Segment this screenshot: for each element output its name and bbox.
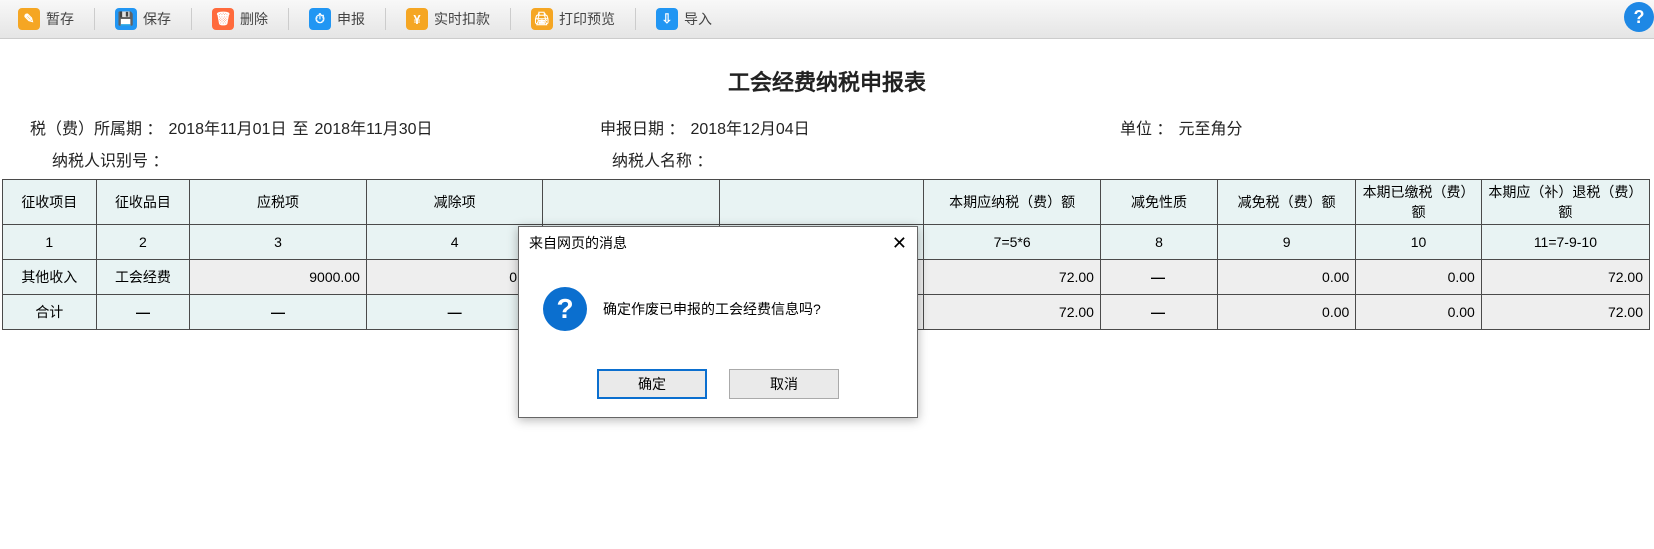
page-title: 工会经费纳税申报表 bbox=[0, 65, 1654, 97]
r1: 其他收入 bbox=[3, 260, 97, 295]
trash-icon: 🗑 bbox=[212, 8, 234, 30]
r8: — bbox=[1100, 260, 1217, 295]
r4[interactable]: 0.00 bbox=[366, 260, 543, 295]
th-7: 本期应纳税（费）额 bbox=[924, 180, 1101, 225]
close-icon[interactable]: ✕ bbox=[892, 234, 907, 252]
t3: — bbox=[190, 295, 367, 330]
t2: — bbox=[96, 295, 190, 330]
r2: 工会经费 bbox=[96, 260, 190, 295]
period-end: 2018年11月30日 bbox=[314, 115, 432, 139]
period-label: 税（费）所属期 ： bbox=[30, 115, 162, 139]
import-button[interactable]: ⇩ 导入 bbox=[646, 4, 722, 34]
money-icon: ¥ bbox=[406, 8, 428, 30]
t7: 72.00 bbox=[924, 295, 1101, 330]
th-4: 减除项 bbox=[366, 180, 543, 225]
taxpayerid-label: 纳税人识别号 ： bbox=[52, 147, 168, 171]
delete-label: 删除 bbox=[240, 9, 268, 29]
header-row: 征收项目 征收品目 应税项 减除项 本期应纳税（费）额 减免性质 减免税（费）额… bbox=[3, 180, 1650, 225]
th-6 bbox=[720, 180, 924, 225]
dialog-buttons: 确定 取消 bbox=[519, 355, 917, 417]
f8: 8 bbox=[1100, 225, 1217, 260]
import-icon: ⇩ bbox=[656, 8, 678, 30]
separator bbox=[191, 8, 192, 30]
import-label: 导入 bbox=[684, 9, 712, 29]
meta-row-2: 纳税人识别号 ： 纳税人名称 ： bbox=[0, 147, 1654, 171]
clock-icon: ⏱ bbox=[309, 8, 331, 30]
save-button[interactable]: 💾 保存 bbox=[105, 4, 181, 34]
f1: 1 bbox=[3, 225, 97, 260]
t10: 0.00 bbox=[1356, 295, 1482, 330]
meta-row-1: 税（费）所属期 ： 2018年11月01日 至 2018年11月30日 申报日期… bbox=[0, 115, 1654, 139]
f3: 3 bbox=[190, 225, 367, 260]
dialog-header: 来自网页的消息 ✕ bbox=[519, 227, 917, 259]
save-label: 保存 bbox=[143, 9, 171, 29]
th-11: 本期应（补）退税（费）额 bbox=[1481, 180, 1649, 225]
separator bbox=[288, 8, 289, 30]
tempsave-button[interactable]: ✎ 暂存 bbox=[8, 4, 84, 34]
question-icon: ? bbox=[543, 287, 587, 331]
delete-button[interactable]: 🗑 删除 bbox=[202, 4, 278, 34]
declaredate-value: 2018年12月04日 bbox=[690, 115, 809, 139]
th-5 bbox=[543, 180, 720, 225]
th-8: 减免性质 bbox=[1100, 180, 1217, 225]
print-preview-label: 打印预览 bbox=[559, 9, 615, 29]
separator bbox=[94, 8, 95, 30]
f11: 11=7-9-10 bbox=[1481, 225, 1649, 260]
f2: 2 bbox=[96, 225, 190, 260]
declare-label: 申报 bbox=[337, 9, 365, 29]
confirm-dialog: 来自网页的消息 ✕ ? 确定作废已申报的工会经费信息吗? 确定 取消 bbox=[518, 226, 918, 418]
f7: 7=5*6 bbox=[924, 225, 1101, 260]
separator bbox=[635, 8, 636, 30]
t1: 合计 bbox=[3, 295, 97, 330]
printer-icon: 🖨 bbox=[531, 8, 553, 30]
declaredate-label: 申报日期 ： bbox=[600, 115, 684, 139]
r3[interactable]: 9000.00 bbox=[190, 260, 367, 295]
f9: 9 bbox=[1217, 225, 1355, 260]
r11: 72.00 bbox=[1481, 260, 1649, 295]
th-9: 减免税（费）额 bbox=[1217, 180, 1355, 225]
dialog-body: ? 确定作废已申报的工会经费信息吗? bbox=[519, 259, 917, 355]
r9: 0.00 bbox=[1217, 260, 1355, 295]
t9: 0.00 bbox=[1217, 295, 1355, 330]
save-icon: 💾 bbox=[115, 8, 137, 30]
dialog-title: 来自网页的消息 bbox=[529, 233, 627, 253]
unit-label: 单位 ： bbox=[1120, 115, 1172, 139]
t4: — bbox=[366, 295, 543, 330]
separator bbox=[510, 8, 511, 30]
toolbar: ✎ 暂存 💾 保存 🗑 删除 ⏱ 申报 ¥ 实时扣款 🖨 打印预览 ⇩ 导入 ? bbox=[0, 0, 1654, 39]
t8: — bbox=[1100, 295, 1217, 330]
cancel-button[interactable]: 取消 bbox=[729, 369, 839, 399]
declare-button[interactable]: ⏱ 申报 bbox=[299, 4, 375, 34]
taxpayername-label: 纳税人名称 ： bbox=[612, 147, 712, 171]
print-preview-button[interactable]: 🖨 打印预览 bbox=[521, 4, 625, 34]
period-to: 至 bbox=[292, 115, 308, 139]
help-icon[interactable]: ? bbox=[1624, 2, 1654, 32]
th-1: 征收项目 bbox=[3, 180, 97, 225]
t11: 72.00 bbox=[1481, 295, 1649, 330]
r10: 0.00 bbox=[1356, 260, 1482, 295]
separator bbox=[385, 8, 386, 30]
realtime-deduct-label: 实时扣款 bbox=[434, 9, 490, 29]
dialog-message: 确定作废已申报的工会经费信息吗? bbox=[603, 299, 821, 319]
realtime-deduct-button[interactable]: ¥ 实时扣款 bbox=[396, 4, 500, 34]
unit-value: 元至角分 bbox=[1178, 115, 1242, 139]
r7: 72.00 bbox=[924, 260, 1101, 295]
tempsave-label: 暂存 bbox=[46, 9, 74, 29]
ok-button[interactable]: 确定 bbox=[597, 369, 707, 399]
f10: 10 bbox=[1356, 225, 1482, 260]
period-start: 2018年11月01日 bbox=[168, 115, 286, 139]
th-2: 征收品目 bbox=[96, 180, 190, 225]
tempsave-icon: ✎ bbox=[18, 8, 40, 30]
th-10: 本期已缴税（费）额 bbox=[1356, 180, 1482, 225]
th-3: 应税项 bbox=[190, 180, 367, 225]
f4: 4 bbox=[366, 225, 543, 260]
